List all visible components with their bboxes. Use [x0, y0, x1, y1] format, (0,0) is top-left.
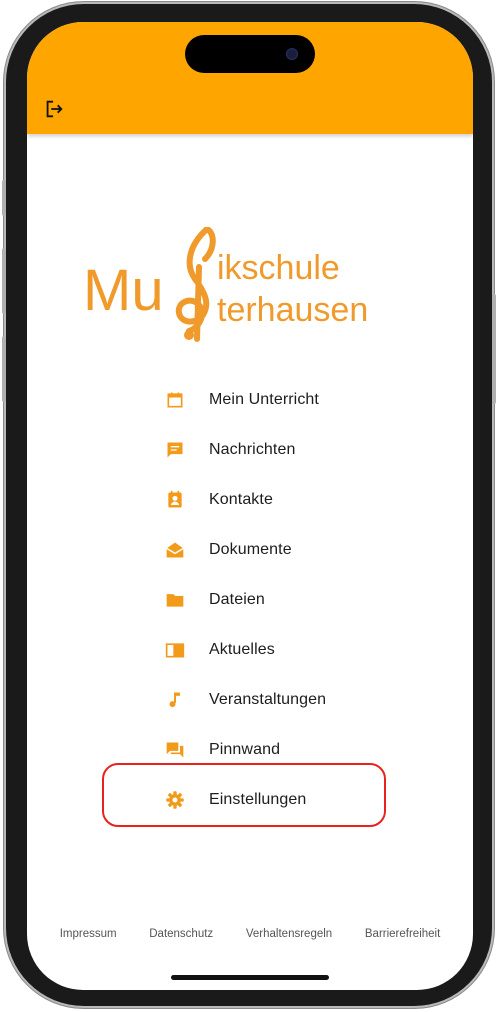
menu-item-kontakte[interactable]: Kontakte [157, 475, 397, 525]
dynamic-island [185, 35, 315, 73]
menu-item-aktuelles[interactable]: Aktuelles [157, 625, 397, 675]
forum-icon [164, 739, 186, 761]
calendar-icon [164, 389, 186, 411]
logout-icon[interactable] [43, 98, 65, 120]
app-header [27, 22, 473, 134]
chat-icon [164, 439, 186, 461]
musikschule-logo: Mu ikschule terhausen [77, 226, 427, 342]
app-screen: Mu ikschule terhausen Mein Unterricht Na… [27, 22, 473, 990]
menu-label: Nachrichten [209, 441, 296, 458]
menu-item-dokumente[interactable]: Dokumente [157, 525, 397, 575]
verhaltensregeln-link[interactable]: Verhaltensregeln [246, 928, 332, 940]
logo-text-mu: Mu [83, 258, 164, 323]
menu-label: Aktuelles [209, 641, 275, 658]
camera-icon [286, 48, 298, 60]
treble-clef-icon [175, 226, 216, 342]
main-menu: Mein Unterricht Nachrichten Kontakte Dok… [157, 375, 397, 825]
menu-label: Dokumente [209, 541, 292, 558]
datenschutz-link[interactable]: Datenschutz [149, 928, 213, 940]
einstellungen-highlight [102, 763, 386, 827]
music-note-icon [164, 689, 186, 711]
barrierefreiheit-link[interactable]: Barrierefreiheit [365, 928, 440, 940]
impressum-link[interactable]: Impressum [60, 928, 117, 940]
book-icon [164, 639, 186, 661]
volume-up-button [2, 248, 6, 314]
home-indicator[interactable] [171, 975, 329, 980]
volume-down-button [2, 336, 6, 402]
menu-item-nachrichten[interactable]: Nachrichten [157, 425, 397, 475]
menu-item-veranstaltungen[interactable]: Veranstaltungen [157, 675, 397, 725]
menu-label: Dateien [209, 591, 265, 608]
menu-item-dateien[interactable]: Dateien [157, 575, 397, 625]
action-button [2, 180, 6, 216]
logo-text-terhausen: terhausen [217, 291, 368, 329]
contact-icon [164, 489, 186, 511]
menu-label: Mein Unterricht [209, 391, 319, 408]
logo-text-ikschule: ikschule [217, 249, 340, 287]
folder-icon [164, 589, 186, 611]
mail-open-icon [164, 539, 186, 561]
menu-label: Veranstaltungen [209, 691, 327, 708]
power-button [492, 294, 496, 404]
menu-label: Pinnwand [209, 741, 281, 758]
footer-links: Impressum Datenschutz Verhaltensregeln B… [27, 928, 473, 940]
menu-label: Kontakte [209, 491, 273, 508]
menu-item-mein-unterricht[interactable]: Mein Unterricht [157, 375, 397, 425]
